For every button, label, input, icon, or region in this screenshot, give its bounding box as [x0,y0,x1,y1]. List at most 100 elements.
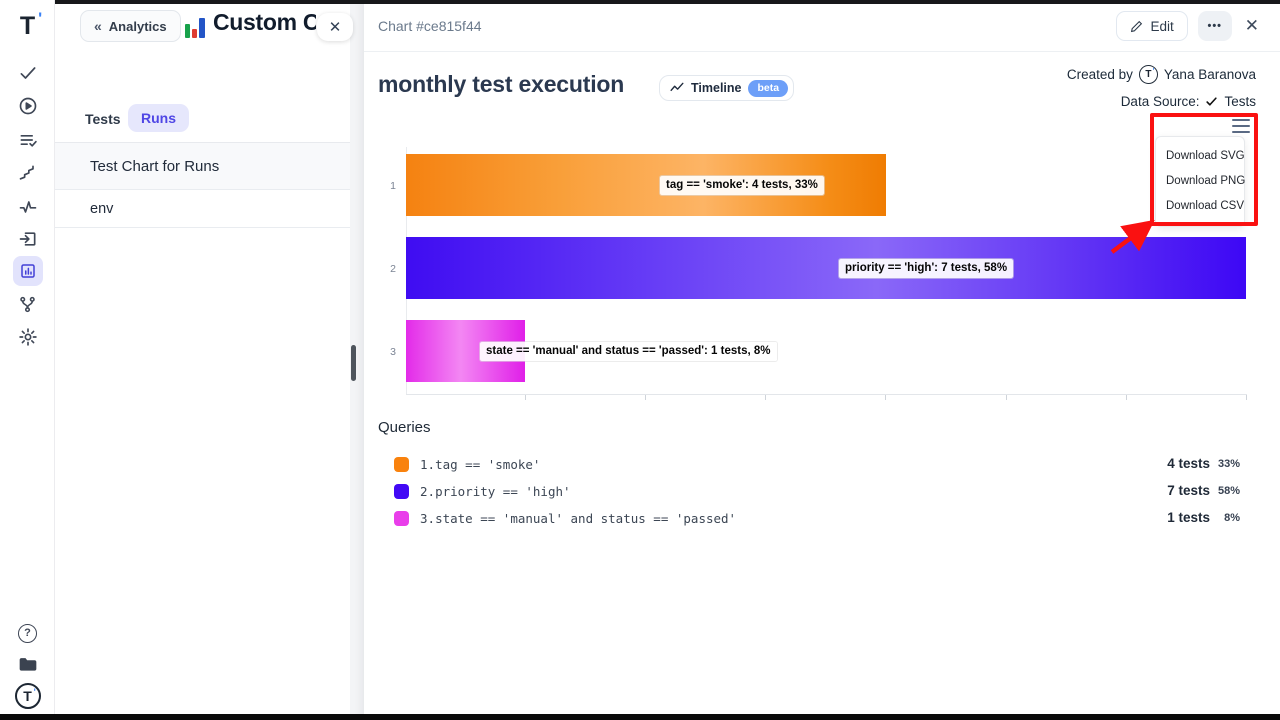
chart-title: monthly test execution [378,71,624,98]
ellipsis-icon: ••• [1207,20,1222,32]
account-avatar[interactable]: T' [0,682,55,710]
legend-swatch [394,484,409,499]
bar-label: tag == 'smoke': 4 tests, 33% [660,176,824,195]
query-tests-count: 4 tests [1167,456,1210,471]
category-label: 3 [380,346,396,358]
list-item-test-chart-for-runs[interactable]: Test Chart for Runs [55,143,350,190]
query-tests-count: 1 tests [1167,510,1210,525]
menu-item-download-png[interactable]: Download PNG [1156,169,1244,194]
chevrons-left-icon: « [94,18,102,34]
list-item-env[interactable]: env [55,190,350,228]
enter-box-icon [18,229,38,249]
query-percent: 8% [1212,512,1240,524]
panel-close-button[interactable]: ✕ [317,13,353,41]
created-by-label: Created by [1067,67,1133,82]
axis-tick [765,395,766,400]
hamburger-icon [1232,119,1250,121]
sidebar-item-pulse[interactable] [0,196,55,218]
data-source-label: Data Source: [1121,94,1200,109]
list-check-icon [18,130,38,150]
menu-item-download-csv[interactable]: Download CSV [1156,194,1244,219]
chart-id-title: Chart #ce815f44 [378,18,482,34]
category-label: 1 [380,180,396,192]
bar-label: priority == 'high': 7 tests, 58% [839,259,1013,278]
sidebar-item-runs[interactable] [0,95,55,117]
sidebar-item-projects[interactable] [0,653,55,675]
queries-heading: Queries [378,419,431,436]
background-gap [350,0,364,720]
query-percent: 58% [1212,485,1240,497]
timeline-label: Timeline [691,81,741,95]
download-menu: Download SVG Download PNG Download CSV [1155,136,1245,227]
beta-badge: beta [748,80,788,97]
sidebar-item-settings[interactable] [0,326,55,348]
query-text: tag == 'smoke' [435,457,540,472]
pencil-icon [1130,20,1143,33]
sidebar-item-milestones[interactable] [0,162,55,184]
query-index: 2. [420,484,435,499]
close-icon: ✕ [329,18,342,36]
query-text: state == 'manual' and status == 'passed' [435,511,736,526]
bar-label: state == 'manual' and status == 'passed'… [480,342,777,361]
logo-t-icon: T' [20,12,35,41]
legend-swatch [394,457,409,472]
query-tests-count: 7 tests [1167,483,1210,498]
query-percent: 33% [1212,458,1240,470]
query-text: priority == 'high' [435,484,570,499]
account-logo-icon: T' [15,683,41,709]
sidebar-item-tests[interactable] [0,62,55,84]
data-source-value: Tests [1224,94,1256,109]
tab-runs[interactable]: Runs [128,104,189,132]
axis-tick [885,395,886,400]
query-index: 3. [420,511,435,526]
menu-item-download-svg[interactable]: Download SVG [1156,144,1244,169]
tab-tests[interactable]: Tests [85,111,121,127]
activity-icon [18,197,38,217]
custom-chart-icon [185,13,206,38]
bar-priority-high[interactable] [406,237,1246,299]
analytics-panel: « Analytics Custom Chart Tests Runs Test… [55,0,350,720]
more-options-button[interactable]: ••• [1198,11,1232,41]
window-bottom-edge [0,714,1280,720]
gear-icon [18,327,38,347]
window-top-edge [55,0,1280,4]
edit-button[interactable]: Edit [1116,11,1187,41]
sidebar-item-branches[interactable] [0,293,55,315]
app-logo[interactable]: T' [0,12,55,40]
question-icon: ? [18,624,37,643]
axis-tick [1126,395,1127,400]
author-avatar: T' [1139,65,1158,84]
list-item-label: env [90,201,113,217]
back-to-analytics-button[interactable]: « Analytics [80,10,181,42]
sidebar-item-import[interactable] [0,228,55,250]
bar-chart-icon [19,262,37,280]
axis-tick [1246,395,1247,400]
folder-icon [18,655,38,673]
drawer-close-button[interactable]: ✕ [1242,16,1262,36]
list-item-label: Test Chart for Runs [90,158,219,175]
author-name: Yana Baranova [1164,67,1256,82]
stairs-icon [18,163,38,183]
query-row: 2.priority == 'high' 7 tests 58% [364,482,1280,502]
drawer-header: Chart #ce815f44 Edit ••• ✕ [364,0,1280,52]
git-branch-icon [18,295,37,314]
sidebar-item-help[interactable]: ? [0,622,55,644]
check-icon [1205,95,1218,108]
axis-tick [645,395,646,400]
x-axis-line [406,394,1247,395]
page-title: Custom Chart [213,9,316,36]
sidebar-item-plans[interactable] [0,129,55,151]
chart-drawer: Chart #ce815f44 Edit ••• ✕ monthly test … [364,0,1280,720]
query-index: 1. [420,457,435,472]
legend-swatch [394,511,409,526]
timeline-toggle[interactable]: Timeline beta [659,75,794,101]
scrollbar-thumb[interactable] [351,345,356,381]
analytics-active-background [13,256,43,286]
axis-tick [1006,395,1007,400]
axis-tick [525,395,526,400]
icon-rail: T' ? T' [0,0,55,720]
sidebar-item-analytics-active[interactable] [0,256,55,286]
chart-menu-button[interactable] [1232,119,1250,133]
close-icon: ✕ [1245,16,1259,35]
chart-meta: Created by T' Yana Baranova Data Source:… [1067,64,1256,111]
